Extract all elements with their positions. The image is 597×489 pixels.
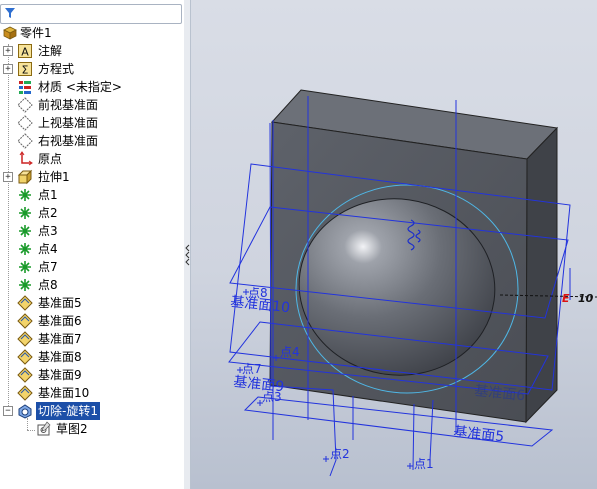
expand-toggle[interactable]: + — [3, 64, 13, 74]
extrude-icon — [17, 169, 33, 185]
svg-text:A: A — [21, 46, 29, 59]
plane-icon — [17, 97, 33, 113]
point-label-1[interactable]: 点1 — [414, 457, 434, 471]
equations-icon: Σ — [18, 62, 32, 77]
tree-item-label: 基准面10 — [38, 386, 90, 400]
point-label-7[interactable]: 点7 — [242, 362, 262, 376]
tree-item-label: 拉伸1 — [38, 170, 70, 184]
expand-toggle[interactable]: + — [3, 46, 13, 56]
tree-item-label: 方程式 — [38, 62, 75, 76]
point-icon — [19, 279, 31, 291]
point-label-8[interactable]: 点8 — [248, 286, 268, 300]
tree-item-label: 点1 — [38, 188, 58, 202]
ref-plane-icon — [17, 313, 33, 329]
filter-bar[interactable] — [0, 4, 182, 24]
point-icon — [19, 207, 31, 219]
ref-plane-icon — [17, 331, 33, 347]
tree-item-label: 原点 — [38, 152, 63, 166]
tree-line — [27, 418, 28, 430]
tree-line — [27, 430, 35, 431]
tree-item-label: 点4 — [38, 242, 58, 256]
axis-label: E — [562, 292, 570, 305]
collapse-arrow-icon[interactable] — [185, 243, 190, 267]
tree-item-label: 前视基准面 — [38, 98, 99, 112]
tree-item-label-selected: 切除-旋转1 — [36, 402, 100, 420]
tree-item-label: 基准面5 — [38, 296, 82, 310]
tree-item-label: 基准面6 — [38, 314, 82, 328]
tree-line — [8, 44, 9, 410]
feature-manager-tree: 零件1 + A 注解 + Σ 方程式 材质 <未指定> 前视基准面 上视基准面 … — [0, 0, 185, 489]
tree-item-label: 上视基准面 — [38, 116, 99, 130]
tree-item-label: 草图2 — [56, 422, 88, 436]
funnel-icon[interactable] — [4, 7, 16, 19]
ref-plane-icon — [17, 385, 33, 401]
expand-toggle[interactable]: + — [3, 172, 13, 182]
tree-item-label: 点7 — [38, 260, 58, 274]
tree-item-label: 基准面8 — [38, 350, 82, 364]
ref-plane-icon — [17, 295, 33, 311]
tree-item-label: 注解 — [38, 44, 63, 58]
point-icon — [19, 243, 31, 255]
annotations-icon: A — [18, 44, 32, 59]
tree-root-label: 零件1 — [20, 26, 52, 40]
tree-item-label: 点2 — [38, 206, 58, 220]
box-right-face[interactable] — [525, 126, 558, 424]
tree-item-label: 点3 — [38, 224, 58, 238]
origin-icon — [19, 151, 33, 166]
ref-plane-icon — [17, 367, 33, 383]
point-icon — [19, 189, 31, 201]
point-icon — [19, 261, 31, 273]
collapse-toggle[interactable]: − — [3, 406, 13, 416]
point-label-3[interactable]: 点3 — [262, 390, 282, 404]
tree-item-label: 右视基准面 — [38, 134, 99, 148]
plane-icon — [17, 115, 33, 131]
graphics-viewport[interactable]: E 10 基准面10 基准面9 基准面6 基准面5 点8 点7 点4 点3 点2… — [191, 0, 597, 489]
point-icon — [19, 225, 31, 237]
revolve-cut-icon — [18, 404, 32, 419]
plane-icon — [17, 133, 33, 149]
axis-value: 10 — [578, 292, 594, 305]
model-view: E 10 基准面10 基准面9 基准面6 基准面5 点8 点7 点4 点3 点2… — [228, 89, 597, 477]
tree-item-label: 点8 — [38, 278, 58, 292]
part-icon — [3, 26, 17, 40]
point-label-4[interactable]: 点4 — [280, 345, 300, 359]
point-label-2[interactable]: 点2 — [330, 447, 350, 461]
tree-item-label: 基准面7 — [38, 332, 82, 346]
plane-label-5[interactable]: 基准面5 — [453, 423, 505, 445]
svg-text:Σ: Σ — [22, 64, 29, 77]
tree-item-label: 基准面9 — [38, 368, 82, 382]
tree-item-label: 材质 <未指定> — [38, 80, 122, 94]
ref-plane-icon — [17, 349, 33, 365]
sketch-icon — [37, 421, 51, 436]
material-icon — [19, 81, 31, 94]
